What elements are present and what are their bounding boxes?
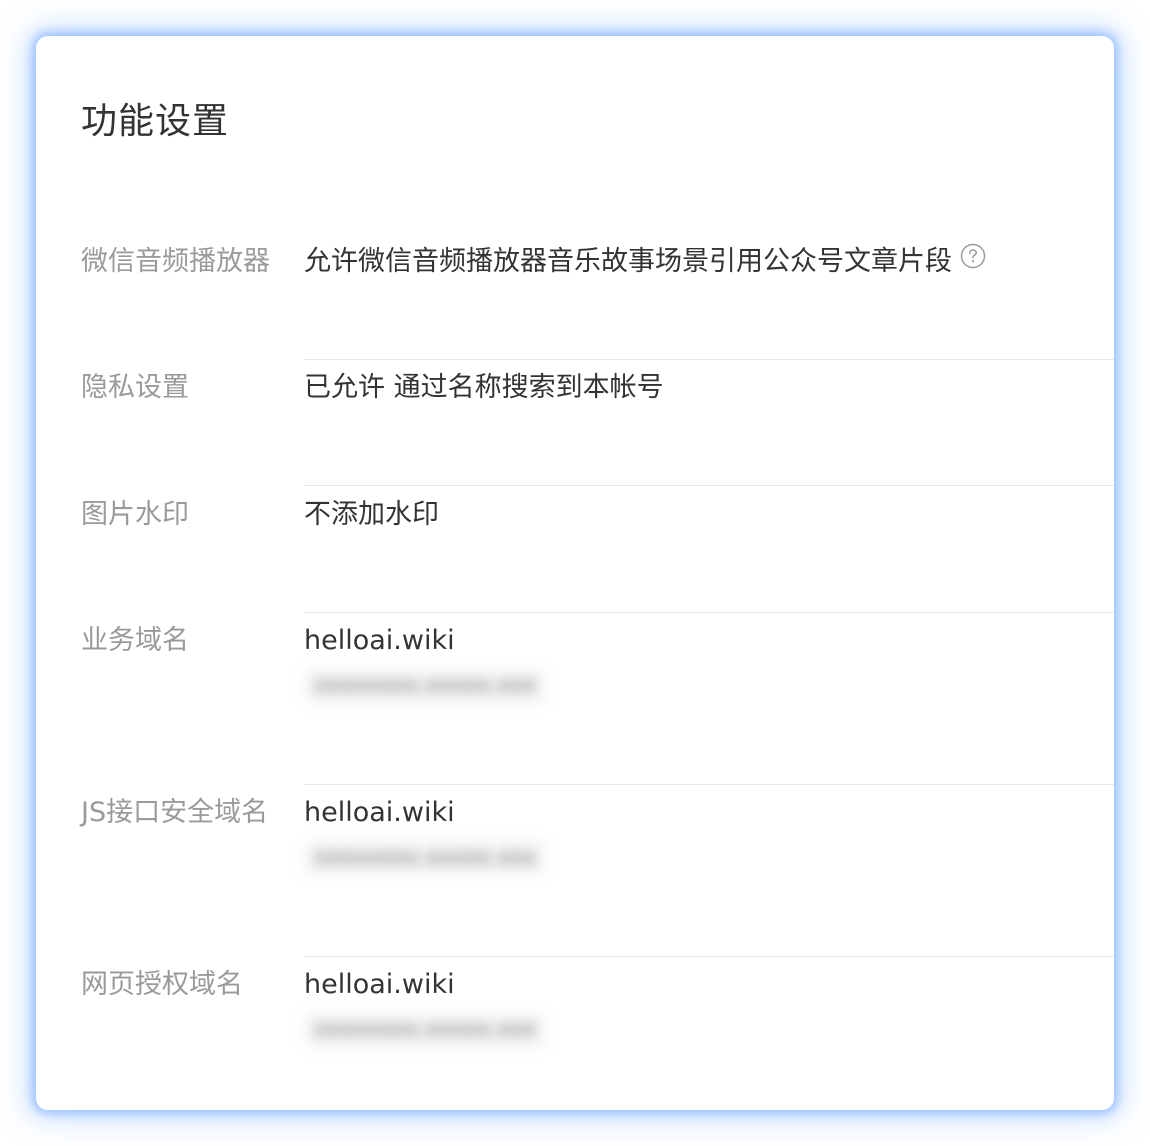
setting-label: JS接口安全域名 (81, 797, 269, 828)
row-divider (304, 956, 1114, 957)
setting-value: helloai.wiki (304, 625, 455, 656)
setting-label: 隐私设置 (81, 372, 189, 403)
help-circle-icon[interactable] (960, 239, 986, 283)
setting-row-js-domain: JS接口安全域名 helloai.wiki xxxxxxxx.xxxxx.xxx (36, 791, 1114, 957)
settings-card: 功能设置 微信音频播放器 允许微信音频播放器音乐故事场景引用公众号文章片段 隐私… (36, 36, 1114, 1110)
row-divider (304, 784, 1114, 785)
redacted-domain-text: xxxxxxxx.xxxxx.xxx (304, 667, 547, 705)
setting-label: 网页授权域名 (81, 969, 243, 1000)
setting-label: 业务域名 (81, 625, 189, 656)
setting-value: 允许微信音频播放器音乐故事场景引用公众号文章片段 (304, 240, 986, 284)
setting-row-audio-player: 微信音频播放器 允许微信音频播放器音乐故事场景引用公众号文章片段 (36, 240, 1114, 360)
setting-label: 微信音频播放器 (81, 246, 270, 277)
redacted-domain-text: xxxxxxxx.xxxxx.xxx (304, 1011, 547, 1049)
row-divider (304, 485, 1114, 486)
setting-value: 已允许 通过名称搜索到本帐号 (304, 372, 664, 403)
setting-value: helloai.wiki (304, 969, 455, 1000)
setting-row-watermark: 图片水印 不添加水印 (36, 493, 1114, 613)
screenshot-stage: 功能设置 微信音频播放器 允许微信音频播放器音乐故事场景引用公众号文章片段 隐私… (0, 0, 1150, 1146)
setting-value-text: 允许微信音频播放器音乐故事场景引用公众号文章片段 (304, 246, 952, 277)
row-divider (304, 359, 1114, 360)
redacted-domain-text: xxxxxxxx.xxxxx.xxx (304, 839, 547, 877)
setting-row-privacy: 隐私设置 已允许 通过名称搜索到本帐号 (36, 366, 1114, 486)
setting-row-business-domain: 业务域名 helloai.wiki xxxxxxxx.xxxxx.xxx (36, 619, 1114, 785)
setting-label: 图片水印 (81, 499, 189, 530)
setting-row-oauth-domain: 网页授权域名 helloai.wiki xxxxxxxx.xxxxx.xxx (36, 963, 1114, 1103)
setting-value: 不添加水印 (304, 499, 439, 530)
setting-value: helloai.wiki (304, 797, 455, 828)
row-divider (304, 612, 1114, 613)
page-title: 功能设置 (81, 101, 230, 142)
